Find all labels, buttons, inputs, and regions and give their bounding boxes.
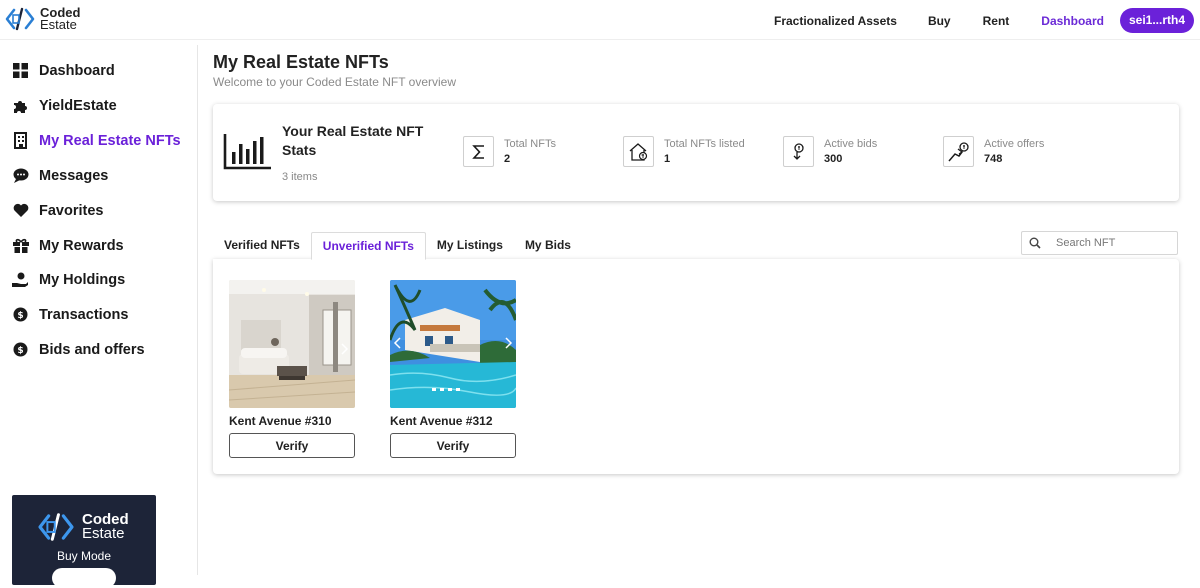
sidebar-item-messages[interactable]: Messages — [12, 167, 108, 184]
sidebar-item-label: Bids and offers — [39, 341, 145, 358]
hand-coin-icon — [12, 271, 29, 288]
heart-icon — [12, 202, 29, 219]
tab-unverified-nfts[interactable]: Unverified NFTs — [310, 232, 426, 260]
tab-my-bids[interactable]: My Bids — [514, 232, 582, 260]
nft-name: Kent Avenue #310 — [229, 414, 332, 428]
code-logo-icon — [38, 513, 74, 541]
sidebar-item-label: Messages — [39, 167, 109, 184]
sidebar-item-my-holdings[interactable]: My Holdings — [12, 271, 125, 288]
mode-toggle-button[interactable] — [52, 568, 116, 588]
stats-title: Your Real Estate NFT Stats — [282, 123, 424, 158]
brand-logo[interactable]: Coded Estate — [4, 6, 80, 32]
nft-card[interactable]: Kent Avenue #310 Verify — [229, 280, 355, 458]
nav-fractionalized-assets[interactable]: Fractionalized Assets — [774, 14, 897, 28]
sidebar-item-label: My Holdings — [39, 271, 126, 288]
chat-bubble-icon — [12, 167, 29, 184]
sidebar-item-my-real-estate-nfts[interactable]: My Real Estate NFTs — [12, 132, 181, 149]
nft-grid-panel: Kent Avenue #310 Verify Kent Avenue #312… — [213, 259, 1179, 474]
stat-value: 748 — [984, 153, 1003, 165]
search-nft-box — [1021, 231, 1178, 255]
buy-mode-card: Coded Estate Buy Mode — [12, 495, 156, 588]
nft-name: Kent Avenue #312 — [390, 414, 493, 428]
dollar-coin-icon: $ — [12, 341, 29, 358]
svg-text:$: $ — [17, 311, 23, 321]
stat-active-bids: Active bids 300 — [783, 136, 877, 167]
buy-mode-label: Buy Mode — [56, 549, 112, 563]
sidebar-item-label: Transactions — [39, 306, 129, 323]
sidebar: Dashboard YieldEstate My Real Estate NFT… — [0, 45, 198, 588]
nft-stats-card: Your Real Estate NFT Stats 3 items Total… — [213, 104, 1179, 201]
top-navbar: Coded Estate Fractionalized Assets Buy R… — [0, 0, 1200, 40]
gift-icon — [12, 237, 29, 254]
stat-value: 1 — [664, 153, 671, 165]
sidebar-item-my-rewards[interactable]: My Rewards — [12, 237, 124, 254]
search-icon — [1022, 237, 1048, 249]
page-title: My Real Estate NFTs — [213, 52, 389, 72]
stats-item-count: 3 items — [282, 171, 318, 183]
building-icon — [12, 132, 29, 149]
stat-active-offers: Active offers 748 — [943, 136, 1044, 167]
nft-tabs: Verified NFTs Unverified NFTs My Listing… — [213, 232, 582, 260]
promo-brand-line2: Estate — [82, 525, 125, 542]
stat-total-nfts-listed: Total NFTs listed 1 — [623, 136, 745, 167]
tab-verified-nfts[interactable]: Verified NFTs — [213, 232, 311, 260]
nft-image-living-room[interactable] — [229, 280, 355, 408]
stat-total-nfts: Total NFTs 2 — [463, 136, 556, 167]
sidebar-item-transactions[interactable]: $ Transactions — [12, 306, 128, 323]
nft-image-pool-villa[interactable] — [390, 280, 516, 408]
puzzle-icon — [12, 97, 29, 114]
verify-button[interactable]: Verify — [229, 433, 355, 458]
offer-icon — [943, 136, 974, 167]
svg-text:$: $ — [17, 346, 23, 356]
stat-value: 2 — [504, 153, 511, 165]
nav-rent[interactable]: Rent — [983, 14, 1010, 28]
house-listing-icon — [623, 136, 654, 167]
stat-label: Active bids — [824, 138, 878, 150]
search-nft-input[interactable] — [1056, 237, 1176, 249]
tab-my-listings[interactable]: My Listings — [426, 232, 514, 260]
nft-card[interactable]: Kent Avenue #312 Verify — [390, 280, 516, 458]
nav-dashboard[interactable]: Dashboard — [1041, 14, 1104, 28]
wallet-address-button[interactable]: sei1...rth4 — [1119, 8, 1194, 33]
sidebar-item-label: Dashboard — [39, 62, 115, 79]
dollar-coin-icon: $ — [12, 306, 29, 323]
stat-label: Total NFTs — [504, 138, 556, 150]
verify-button[interactable]: Verify — [390, 433, 516, 458]
sidebar-item-favorites[interactable]: Favorites — [12, 202, 103, 219]
sidebar-item-label: Favorites — [39, 202, 104, 219]
promo-logo: Coded Estate — [36, 511, 129, 543]
code-logo-icon — [5, 7, 35, 31]
dashboard-grid-icon — [12, 62, 29, 79]
sidebar-item-label: My Rewards — [39, 237, 124, 254]
sidebar-item-dashboard[interactable]: Dashboard — [12, 62, 115, 79]
sidebar-item-bids-and-offers[interactable]: $ Bids and offers — [12, 341, 145, 358]
main-nav: Fractionalized Assets Buy Rent Dashboard… — [774, 8, 1194, 33]
sidebar-item-label: My Real Estate NFTs — [39, 132, 181, 149]
bid-icon — [783, 136, 814, 167]
bar-chart-icon — [223, 134, 271, 170]
sidebar-item-yieldestate[interactable]: YieldEstate — [12, 97, 117, 114]
brand-name-line2: Estate — [40, 17, 77, 32]
page-subtitle: Welcome to your Coded Estate NFT overvie… — [213, 75, 456, 89]
sidebar-item-label: YieldEstate — [39, 97, 117, 114]
stat-label: Active offers — [984, 138, 1045, 150]
stat-value: 300 — [824, 153, 843, 165]
stat-label: Total NFTs listed — [664, 138, 745, 150]
sigma-icon — [463, 136, 494, 167]
nav-buy[interactable]: Buy — [928, 14, 951, 28]
